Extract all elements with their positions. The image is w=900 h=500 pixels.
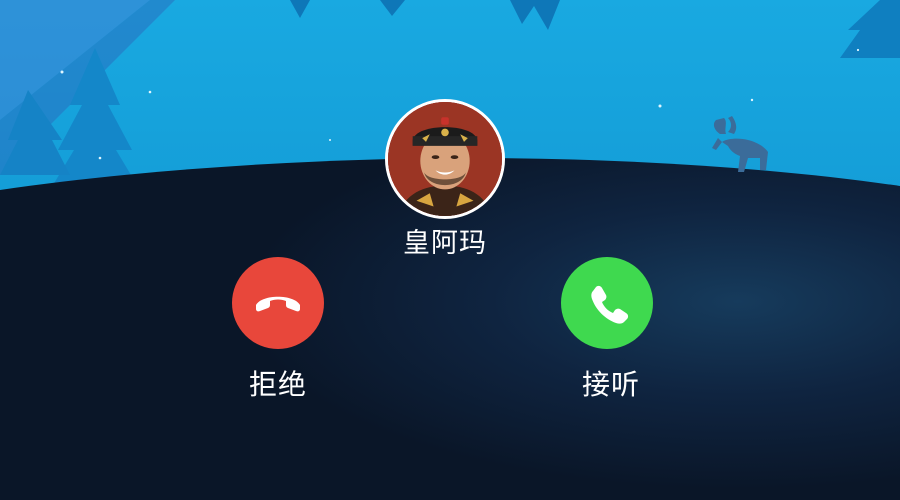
- phone-icon: [591, 285, 629, 324]
- decline-label: 拒绝: [248, 368, 307, 401]
- caller-name: 皇阿玛: [403, 228, 487, 259]
- accept-label: 接听: [581, 368, 640, 401]
- incoming-call-screen: 皇阿玛 拒绝 接听: [0, 0, 900, 500]
- decline-call-button[interactable]: [232, 257, 324, 349]
- phone-hangup-icon: [256, 296, 300, 312]
- accept-call-button[interactable]: [561, 257, 653, 349]
- caller-avatar-photo-icon: [388, 102, 502, 216]
- caller-avatar: [385, 99, 505, 219]
